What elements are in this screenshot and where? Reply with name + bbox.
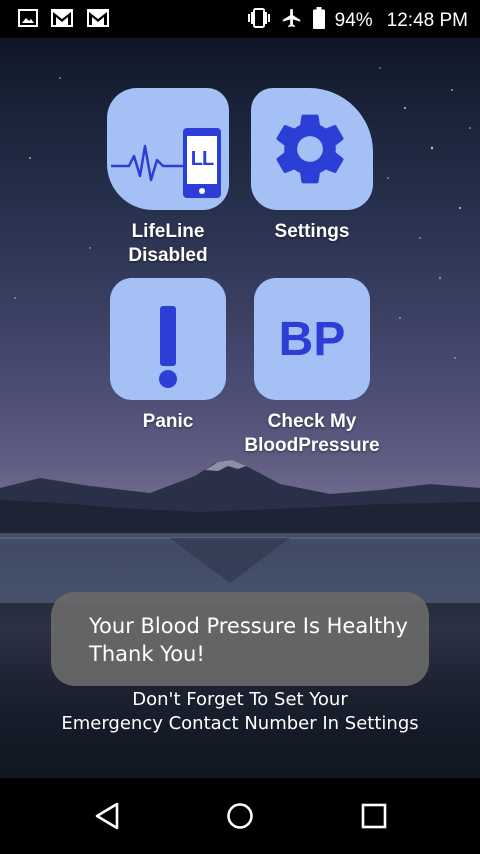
toast-line-1: Your Blood Pressure Is Healthy xyxy=(89,614,408,638)
panic-button[interactable] xyxy=(110,278,226,400)
back-button[interactable] xyxy=(88,796,128,836)
blood-pressure-tile[interactable]: BP Check My BloodPressure xyxy=(244,278,380,458)
back-icon xyxy=(95,802,119,830)
navigation-bar xyxy=(0,778,480,854)
blood-pressure-label: Check My BloodPressure xyxy=(244,411,380,456)
bp-icon: BP xyxy=(278,312,346,366)
clock: 12:48 PM xyxy=(386,9,468,31)
gmail-icon xyxy=(50,8,74,33)
reminder-line-2: Emergency Contact Number In Settings xyxy=(61,713,419,734)
battery-percent: 94% xyxy=(334,9,373,31)
settings-button[interactable] xyxy=(251,88,373,210)
settings-label: Settings xyxy=(274,221,350,242)
battery-icon xyxy=(312,7,325,34)
status-bar: 94% 12:48 PM xyxy=(0,0,480,38)
reminder-line-1: Don't Forget To Set Your xyxy=(132,689,348,710)
toast-message: Your Blood Pressure Is Healthy Thank You… xyxy=(51,592,429,686)
lifeline-button[interactable]: LL xyxy=(107,88,229,210)
gmail-icon xyxy=(86,8,110,33)
image-icon xyxy=(18,9,38,32)
recents-button[interactable] xyxy=(354,796,394,836)
exclamation-icon xyxy=(159,306,177,388)
recents-icon xyxy=(361,803,387,829)
settings-tile[interactable]: Settings xyxy=(247,88,377,244)
lifeline-label: LifeLine Disabled xyxy=(128,221,208,266)
home-icon xyxy=(227,803,253,829)
system-icons: 94% 12:48 PM xyxy=(247,7,468,34)
toast-line-2: Thank You! xyxy=(89,642,205,666)
airplane-icon xyxy=(281,7,303,34)
blood-pressure-button[interactable]: BP xyxy=(254,278,370,400)
notification-icons xyxy=(18,8,110,33)
home-button[interactable] xyxy=(220,796,260,836)
vibrate-icon xyxy=(247,7,271,34)
lifeline-icon-text: LL xyxy=(190,148,214,170)
gear-icon xyxy=(276,114,344,184)
lifeline-tile[interactable]: LL LifeLine Disabled xyxy=(103,88,233,268)
reminder-text: Don't Forget To Set Your Emergency Conta… xyxy=(0,688,480,736)
